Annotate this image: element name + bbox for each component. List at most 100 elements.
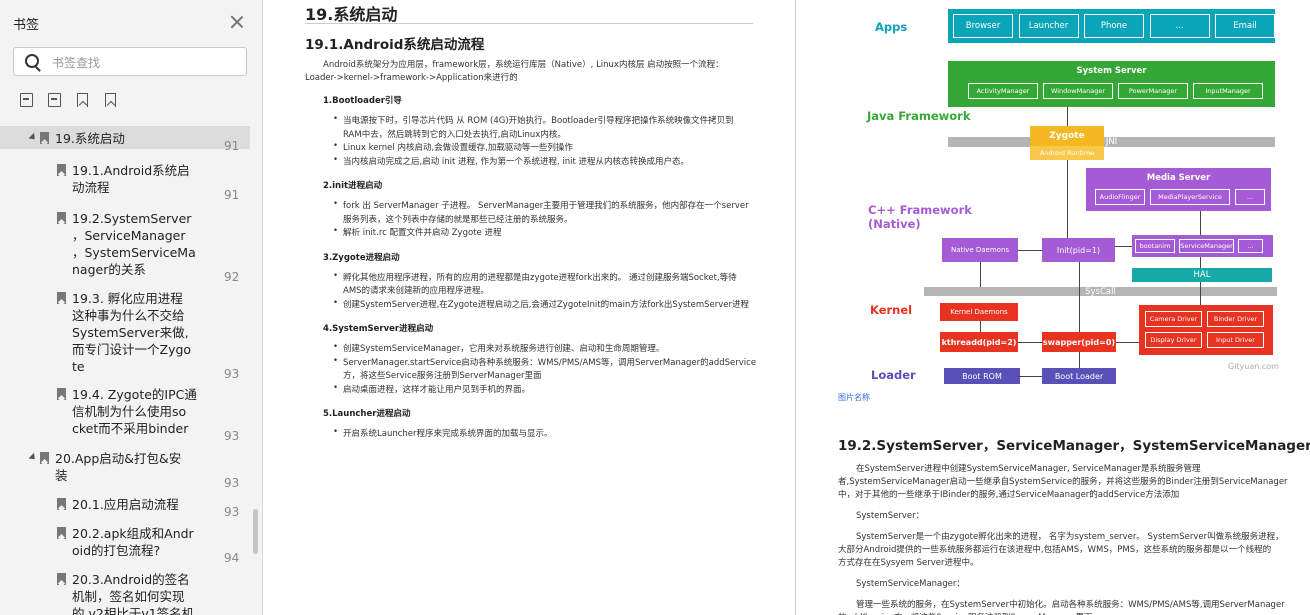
syscall-bar: SysCall [924, 287, 1277, 297]
driver-box: Binder Driver [1207, 311, 1264, 327]
paragraph-text: SystemServer是一个由zygote孵化出来的进程， 名字为system… [856, 532, 1284, 542]
bullet-text: 方，将这些Service服务注册到ServerManager里面 [343, 371, 542, 381]
boot-loader-box: Boot Loader [1042, 368, 1116, 384]
bookmark-label: cket而不采用binder [72, 421, 189, 436]
bookmark-item[interactable]: 20.1.应用启动流程 93 [0, 492, 250, 519]
bookmark-item[interactable]: 19.系统启动 91 [0, 126, 250, 153]
expand-all-icon[interactable] [20, 93, 33, 107]
add-bookmark-icon[interactable] [77, 93, 88, 107]
bookmark-search-input[interactable] [50, 51, 244, 74]
init-child-box: ... [1238, 239, 1263, 253]
subsection-title: 1.Bootloader引导 [323, 96, 402, 106]
bookmark-page-number: 91 [224, 139, 240, 153]
driver-box: Camera Driver [1145, 311, 1202, 327]
driver-box: Display Driver [1145, 332, 1202, 348]
connector-line [980, 321, 981, 332]
section-heading-2: 19.2.SystemServer，ServiceManager，SystemS… [838, 438, 1310, 454]
bookmark-item[interactable]: 19.3. 孵化应用进程 这种事为什么不交给 SystemServer来做, 而专门设… [0, 286, 250, 381]
boot-rom-box: Boot ROM [944, 368, 1020, 384]
paragraph-text: SystemServiceManager： [856, 579, 965, 589]
driver-box: Input Driver [1207, 332, 1264, 348]
bullet-text: ServerManager.startService启动各种系统服务：WMS/P… [333, 356, 756, 368]
app-box: ... [1149, 14, 1210, 38]
bullet-text: AMS的请求来创建新的应用程序进程。 [343, 286, 490, 296]
figure-caption-link[interactable]: 图片名称 [838, 392, 870, 403]
paragraph-text: SystemServer： [856, 511, 925, 521]
media-service-box: MediaPlayerService [1150, 189, 1230, 205]
media-service-box: ... [1235, 189, 1265, 205]
bullet-text: RAM中去，然后跳转到它的入口处去执行,启动Linux内核。 [343, 129, 566, 140]
system-service-box: PowerManager [1118, 83, 1188, 99]
cpp-layer-label: C++ Framework (Native) [868, 203, 972, 231]
system-service-box: ActivityManager [968, 83, 1038, 99]
bookmark-item[interactable]: 20.2.apk组成和Andr oid的打包流程? 94 [0, 521, 250, 565]
bookmark-label: 20.App启动&打包&安 [55, 451, 182, 466]
connector-line [1079, 262, 1080, 332]
bookmark-label: 19.2.SystemServer [72, 211, 192, 226]
connector-line [1079, 352, 1080, 368]
kernel-daemons-box: Kernel Daemons [940, 303, 1018, 321]
paragraph-text: 在SystemServer进程中创建SystemServiceManager, … [856, 464, 1201, 474]
bookmark-item[interactable]: 19.4. Zygote的IPC通 信机制为什么使用so cket而不采用binde… [0, 382, 250, 443]
bullet-text: 解析 init.rc 配置文件并启动 Zygote 进程 [333, 226, 501, 238]
bookmark-page-number: 93 [224, 476, 240, 490]
bookmark-page-number: 93 [224, 505, 240, 519]
bookmark-label: 20.2.apk组成和Andr [72, 526, 194, 541]
expand-arrow-icon[interactable] [28, 452, 38, 463]
bookmark-icon[interactable] [105, 93, 116, 107]
bullet-text: Linux kernel 内核启动,会做设置缓存,加载驱动等一些列操作 [333, 141, 573, 153]
paragraph-text: 方式存在在Sysyem Server进程中。 [838, 558, 979, 568]
kthreadd-box: kthreadd(pid=2) [940, 332, 1018, 352]
bookmark-label: 19.系统启动 [55, 131, 125, 146]
app-box: Email [1215, 14, 1275, 38]
bookmark-label: 信机制为什么使用so [72, 404, 187, 419]
bookmark-label: 机制，签名如何实现 [72, 589, 185, 604]
app-box: Launcher [1018, 14, 1079, 38]
connector-line [980, 262, 981, 287]
bookmark-label: nager的关系 [72, 262, 146, 277]
bookmark-item[interactable]: 19.1.Android系统启 动流程 91 [0, 158, 250, 202]
bookmark-icon [40, 132, 49, 144]
bookmark-label: ，SystemServiceMa [72, 245, 196, 260]
search-icon [25, 54, 39, 68]
bookmark-label: 19.3. 孵化应用进程 [72, 291, 183, 306]
jni-bar: JNI [948, 137, 1275, 147]
connector-line [1018, 250, 1042, 251]
swapper-box: swapper(pid=0) [1042, 332, 1116, 352]
bookmark-search-box[interactable] [13, 47, 247, 76]
kernel-layer-label: Kernel [870, 303, 913, 317]
page-title: 19.系统启动 [305, 5, 398, 24]
system-service-box: InputManager [1193, 83, 1263, 99]
paragraph-text: 中，对于其他的一些继承于IBinder的服务,通过ServiceMaanager… [838, 490, 1180, 500]
bookmark-item[interactable]: 20.App启动&打包&安装 93 [0, 446, 250, 490]
bookmark-icon [57, 388, 66, 400]
bookmark-label: te [72, 359, 85, 374]
bookmark-icon [57, 498, 66, 510]
paragraph-text: 的addService方，将这些Service服务注册到ServerManage… [838, 611, 1092, 615]
close-icon[interactable] [230, 15, 244, 29]
sidebar-scrollbar[interactable] [253, 509, 258, 554]
bookmark-item[interactable]: 20.3.Android的签名 机制，签名如何实现的,v2相比于v1签名机 [0, 567, 250, 615]
bookmark-label: 20.3.Android的签名 [72, 572, 190, 587]
connector-line [1200, 211, 1201, 235]
bullet-text: 当内核启动完成之后,启动 init 进程, 作为第一个系统进程, init 进程… [333, 155, 689, 167]
bullet-text: fork 出 ServerManager 子进程。 ServerManager主… [333, 199, 749, 211]
bookmark-label: 装 [55, 468, 68, 483]
expand-arrow-icon[interactable] [28, 132, 38, 143]
bookmark-page-number: 93 [224, 429, 240, 443]
bookmark-icon [57, 573, 66, 585]
bullet-text: 创建SystemServer进程,在Zygote进程启动之后,会通过Zygote… [333, 298, 749, 310]
bookmark-panel: 书签 19.系统启动 91 19.1.Android系统启动流程 91 19.2.Sys… [0, 0, 263, 615]
bookmark-icon [40, 452, 49, 464]
bookmark-label: 这种事为什么不交给 [72, 308, 185, 323]
bookmark-icon [57, 527, 66, 539]
bookmark-label: 的,v2相比于v1签名机 [72, 606, 195, 615]
intro-text: Loader->kernel->framework->Application来进… [305, 73, 518, 83]
connector-line [1200, 257, 1201, 268]
collapse-all-icon[interactable] [48, 93, 61, 107]
bookmark-icon [57, 212, 66, 224]
watermark-text: Gityuan.com [1228, 362, 1279, 371]
bookmark-item[interactable]: 19.2.SystemServer ，ServiceManager ，SystemS… [0, 206, 250, 284]
bookmark-label: oid的打包流程? [72, 543, 161, 558]
bookmark-page-number: 93 [224, 367, 240, 381]
